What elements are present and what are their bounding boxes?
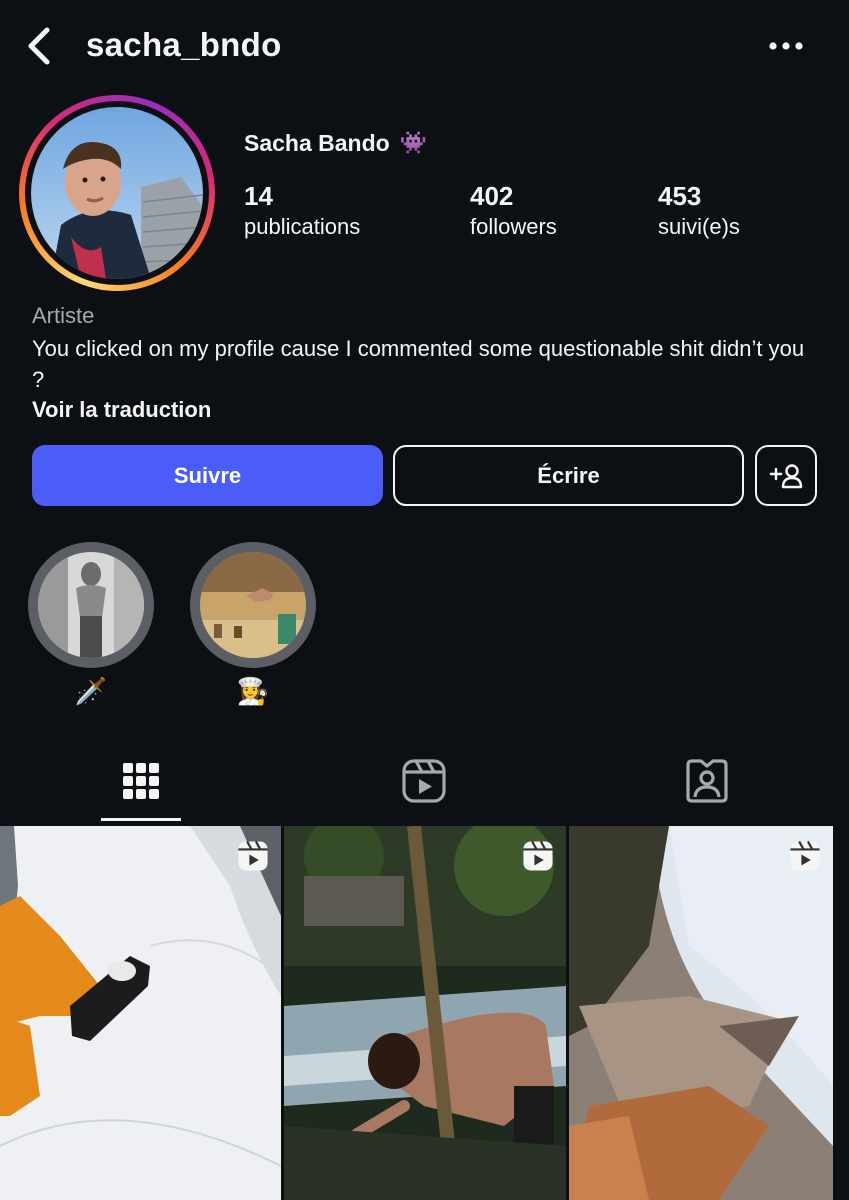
tab-posts-grid[interactable] (101, 752, 181, 810)
highlight-2[interactable] (190, 542, 316, 668)
followers-label: followers (470, 214, 557, 239)
avatar-photo (31, 107, 203, 279)
tagged-icon (686, 759, 728, 803)
post-1-thumbnail (0, 826, 281, 1200)
tab-reels[interactable] (384, 752, 464, 810)
highlight-1-cover (38, 552, 144, 658)
followers-stat[interactable]: 402 followers (470, 180, 557, 242)
grid-post-3[interactable] (569, 826, 833, 1200)
profile-username: sacha_bndo (86, 26, 282, 63)
alien-monster-emoji: 👾 (399, 130, 428, 155)
suggested-accounts-button[interactable] (755, 445, 817, 506)
followers-count: 402 (470, 181, 514, 211)
post-2-thumbnail (284, 826, 566, 1200)
reel-badge-icon (522, 840, 554, 877)
grid-post-1[interactable] (0, 826, 281, 1200)
posts-stat[interactable]: 14 publications (244, 180, 360, 242)
reel-badge-icon (789, 840, 821, 877)
highlight-1-label: 🗡️ (74, 676, 108, 706)
highlight-2-cover (200, 552, 306, 658)
highlight-2-label: 👩‍🍳 (236, 676, 270, 706)
add-person-icon (769, 463, 803, 488)
reels-icon (402, 759, 446, 803)
reel-badge-icon (237, 840, 269, 877)
back-button[interactable] (18, 24, 62, 68)
grid-post-2[interactable] (284, 826, 566, 1200)
following-stat[interactable]: 453 suivi(e)s (658, 180, 740, 242)
ellipsis-icon (769, 42, 803, 50)
following-count: 453 (658, 181, 702, 211)
avatar[interactable] (31, 107, 203, 279)
tab-tagged[interactable] (667, 752, 747, 810)
post-3-thumbnail (569, 826, 833, 1200)
following-label: suivi(e)s (658, 214, 740, 239)
highlight-1[interactable] (28, 542, 154, 668)
posts-label: publications (244, 214, 361, 239)
grid-icon (123, 763, 159, 799)
profile-bio: You clicked on my profile cause I commen… (32, 336, 805, 392)
profile-category: Artiste (32, 303, 95, 328)
follow-button[interactable]: Suivre (32, 445, 383, 506)
display-name: Sacha Bando 👾 (244, 128, 427, 158)
chevron-left-icon (28, 27, 50, 65)
see-translation-link[interactable]: Voir la traduction (32, 396, 211, 424)
more-options-button[interactable] (760, 26, 812, 66)
display-name-text: Sacha Bando (244, 130, 390, 156)
message-button[interactable]: Écrire (393, 445, 744, 506)
active-tab-indicator (101, 818, 181, 821)
posts-count: 14 (244, 181, 273, 211)
